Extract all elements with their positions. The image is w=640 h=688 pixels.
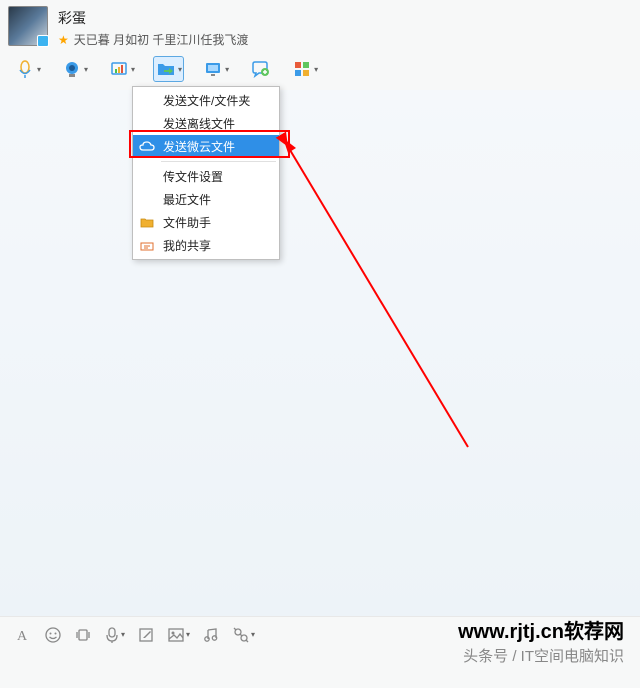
menu-file-assistant[interactable]: 文件助手	[133, 211, 279, 234]
font-button[interactable]: A	[14, 626, 32, 644]
remote-desktop-button[interactable]: ▾	[200, 56, 231, 82]
blank-icon	[139, 192, 155, 208]
menu-label: 发送微云文件	[163, 138, 235, 155]
screenshot-button[interactable]: ▾	[232, 626, 255, 644]
image-button[interactable]: ▾	[167, 626, 190, 644]
emoji-button[interactable]	[44, 626, 62, 644]
folder-arrow-icon	[155, 58, 177, 80]
star-icon: ★	[58, 33, 69, 47]
voice-input-button[interactable]: ▾	[104, 626, 125, 644]
send-file-dropdown: 发送文件/文件夹 发送离线文件 发送微云文件 传文件设置 最近文件 文件助手 我…	[132, 86, 280, 260]
cloud-icon	[139, 139, 155, 155]
menu-send-file-folder[interactable]: 发送文件/文件夹	[133, 89, 279, 112]
chevron-down-icon: ▾	[314, 65, 318, 74]
watermark-line1: www.rjtj.cn软荐网	[458, 615, 624, 644]
folder-icon	[139, 215, 155, 231]
menu-file-settings[interactable]: 传文件设置	[133, 165, 279, 188]
send-file-button[interactable]: ▾	[153, 56, 184, 82]
edit-button[interactable]	[137, 626, 155, 644]
monitor-icon	[202, 58, 224, 80]
voice-button[interactable]: ▾	[12, 56, 43, 82]
microphone-icon	[14, 58, 36, 80]
blank-icon	[139, 116, 155, 132]
menu-label: 发送离线文件	[163, 115, 235, 132]
menu-my-share[interactable]: 我的共享	[133, 234, 279, 257]
chevron-down-icon: ▾	[121, 630, 125, 639]
nickname: 彩蛋	[58, 8, 248, 28]
chat-area	[0, 90, 640, 616]
vibrate-button[interactable]	[74, 626, 92, 644]
menu-separator	[161, 161, 276, 162]
chevron-down-icon: ▾	[186, 630, 190, 639]
create-group-button[interactable]	[247, 56, 273, 82]
camera-icon	[61, 58, 83, 80]
chevron-down-icon: ▾	[178, 65, 182, 74]
apps-grid-icon	[291, 58, 313, 80]
svg-text:A: A	[17, 629, 28, 644]
video-button[interactable]: ▾	[59, 56, 90, 82]
top-toolbar: ▾ ▾ ▾ ▾ ▾ ▾	[0, 52, 640, 90]
add-chat-icon	[249, 58, 271, 80]
chevron-down-icon: ▾	[84, 65, 88, 74]
user-info: 彩蛋 ★ 天已暮 月如初 千里江川任我飞渡	[58, 6, 248, 48]
signature: 天已暮 月如初 千里江川任我飞渡	[74, 31, 249, 48]
chevron-down-icon: ▾	[37, 65, 41, 74]
chat-header: 彩蛋 ★ 天已暮 月如初 千里江川任我飞渡	[0, 0, 640, 52]
chevron-down-icon: ▾	[225, 65, 229, 74]
music-button[interactable]	[202, 626, 220, 644]
apps-button[interactable]: ▾	[289, 56, 320, 82]
chevron-down-icon: ▾	[131, 65, 135, 74]
menu-send-weiyun-file[interactable]: 发送微云文件	[133, 135, 279, 158]
menu-recent-files[interactable]: 最近文件	[133, 188, 279, 211]
menu-label: 我的共享	[163, 237, 211, 254]
menu-send-offline-file[interactable]: 发送离线文件	[133, 112, 279, 135]
menu-label: 传文件设置	[163, 168, 223, 185]
blank-icon	[139, 93, 155, 109]
share-stamp-icon	[139, 238, 155, 254]
menu-label: 文件助手	[163, 214, 211, 231]
chart-icon	[108, 58, 130, 80]
avatar[interactable]	[8, 6, 48, 46]
chevron-down-icon: ▾	[251, 630, 255, 639]
status-badge-icon	[37, 35, 49, 47]
screen-share-button[interactable]: ▾	[106, 56, 137, 82]
watermark-line2: 头条号 / IT空间电脑知识	[463, 645, 624, 666]
menu-label: 最近文件	[163, 191, 211, 208]
blank-icon	[139, 169, 155, 185]
menu-label: 发送文件/文件夹	[163, 92, 250, 109]
